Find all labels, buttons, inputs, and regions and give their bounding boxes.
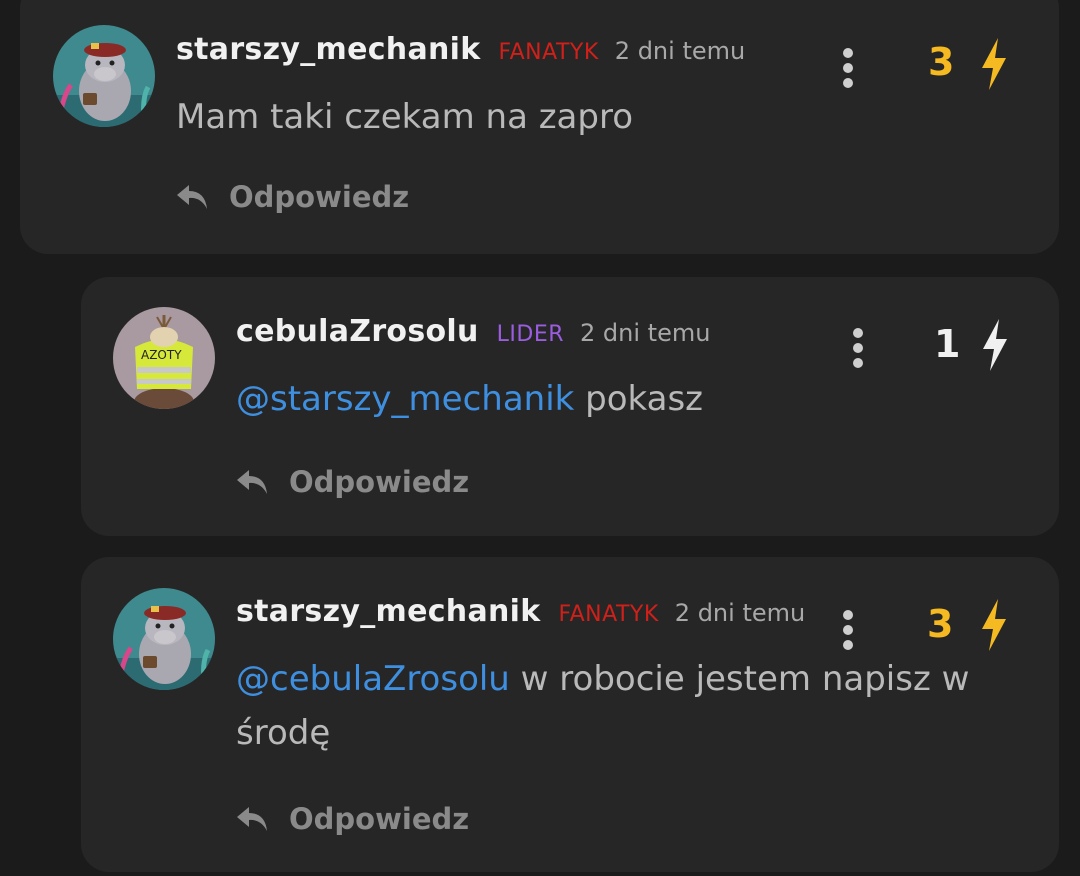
- username[interactable]: starszy_mechanik: [176, 32, 481, 67]
- more-options-icon[interactable]: [838, 610, 858, 650]
- rank-badge: LIDER: [496, 322, 565, 347]
- vote-score: 3: [928, 40, 955, 84]
- comment-card: starszy_mechanik FANATYK 2 dni temu 3 Ma…: [20, 0, 1059, 254]
- rank-badge: FANATYK: [498, 40, 599, 65]
- rank-badge: FANATYK: [558, 602, 659, 627]
- avatar-label: AZOTY: [141, 348, 182, 362]
- reply-label: Odpowiedz: [289, 465, 470, 499]
- more-options-icon[interactable]: [838, 48, 858, 88]
- comment-text: Mam taki czekam na zapro: [176, 97, 634, 137]
- comment-header: starszy_mechanik FANATYK 2 dni temu: [236, 594, 805, 629]
- reply-arrow-icon: [237, 807, 267, 831]
- reply-label: Odpowiedz: [229, 180, 410, 214]
- reply-arrow-icon: [237, 470, 267, 494]
- avatar[interactable]: [53, 25, 155, 127]
- user-mention-link[interactable]: @starszy_mechanik: [236, 379, 574, 419]
- username[interactable]: cebulaZrosolu: [236, 314, 479, 349]
- comment-card: AZOTY cebulaZrosolu LIDER 2 dni temu 1 @…: [81, 277, 1059, 536]
- comment-header: starszy_mechanik FANATYK 2 dni temu: [176, 32, 745, 67]
- vote-score: 3: [927, 602, 954, 646]
- timestamp: 2 dni temu: [580, 319, 711, 347]
- manatee-avatar-icon: [53, 25, 155, 127]
- username[interactable]: starszy_mechanik: [236, 594, 541, 629]
- reply-button[interactable]: Odpowiedz: [235, 802, 469, 836]
- timestamp: 2 dni temu: [614, 37, 746, 65]
- more-options-icon[interactable]: [848, 328, 868, 368]
- comment-text: @cebulaZrosolu w robocie jestem napisz w…: [236, 652, 1036, 760]
- avatar[interactable]: AZOTY: [113, 307, 215, 409]
- lightning-bolt-icon[interactable]: [978, 317, 1012, 373]
- timestamp: 2 dni temu: [674, 599, 806, 627]
- comment-feed: starszy_mechanik FANATYK 2 dni temu 3 Ma…: [0, 0, 1080, 876]
- reply-button[interactable]: Odpowiedz: [235, 465, 469, 499]
- onion-worker-avatar-icon: AZOTY: [113, 307, 215, 409]
- reply-arrow-icon: [177, 185, 207, 209]
- avatar[interactable]: [113, 588, 215, 690]
- comment-card: starszy_mechanik FANATYK 2 dni temu 3 @c…: [81, 557, 1059, 872]
- user-mention-link[interactable]: @cebulaZrosolu: [236, 659, 510, 699]
- comment-text-content: pokasz: [574, 379, 704, 419]
- reply-label: Odpowiedz: [289, 802, 470, 836]
- comment-text: @starszy_mechanik pokasz: [236, 372, 1016, 426]
- lightning-bolt-icon[interactable]: [977, 36, 1011, 92]
- vote-score: 1: [934, 322, 961, 366]
- lightning-bolt-icon[interactable]: [977, 597, 1011, 653]
- reply-button[interactable]: Odpowiedz: [175, 180, 409, 214]
- manatee-avatar-icon: [113, 588, 215, 690]
- comment-header: cebulaZrosolu LIDER 2 dni temu: [236, 314, 710, 349]
